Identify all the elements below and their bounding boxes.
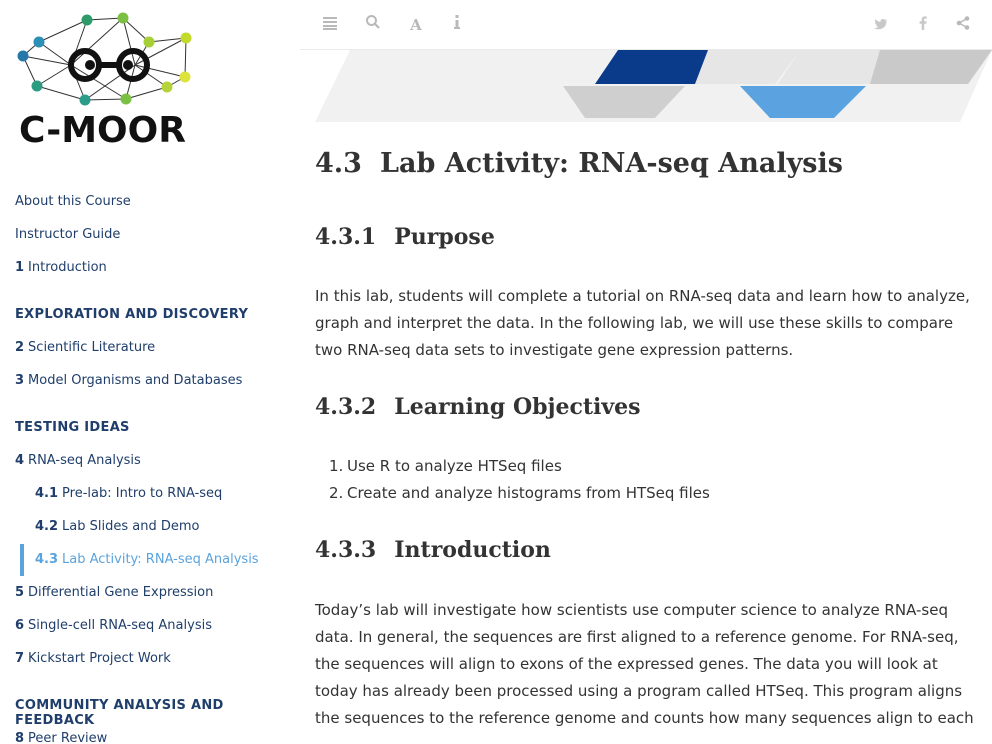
nav-model-organisms[interactable]: 3 Model Organisms and Databases [15, 373, 242, 388]
nav-label: Lab Slides and Demo [62, 519, 200, 534]
info-icon[interactable] [446, 14, 468, 36]
nav-num: 4 [15, 453, 25, 468]
section-number: 4.3.2 [315, 394, 377, 420]
list-item-text: Create and analyze histograms from HTSeq… [347, 484, 710, 502]
nav-label: Single-cell RNA-seq Analysis [28, 618, 212, 633]
list-number: 1. [329, 457, 344, 475]
section-number: 4.3.1 [315, 224, 377, 250]
top-toolbar: A [300, 0, 992, 50]
part-header-exploration: Exploration and Discovery [15, 307, 249, 322]
nav-differential-expression[interactable]: 5 Differential Gene Expression [15, 585, 213, 600]
list-item: 1. Use R to analyze HTSeq files [315, 453, 977, 480]
nav-num: 7 [15, 651, 25, 666]
section-title: Purpose [394, 224, 495, 250]
section-title: Introduction [394, 537, 551, 563]
part-header-testing: Testing Ideas [15, 420, 130, 435]
nav-instructor-guide[interactable]: Instructor Guide [15, 227, 120, 242]
section-title: Lab Activity: RNA-seq Analysis [379, 148, 843, 179]
list-item-text: Use R to analyze HTSeq files [347, 457, 562, 475]
nav-label: RNA-seq Analysis [28, 453, 141, 468]
list-number: 2. [329, 484, 344, 502]
nav-peer-review[interactable]: 8 Peer Review [15, 731, 107, 744]
nav-label: Peer Review [28, 731, 108, 744]
section-title: Learning Objectives [394, 394, 641, 420]
nav-num: 8 [15, 731, 25, 744]
nav-num: 5 [15, 585, 25, 600]
section-number: 4.3.3 [315, 537, 377, 563]
nav-label: Kickstart Project Work [28, 651, 171, 666]
nav-num: 6 [15, 618, 25, 633]
header-banner [315, 50, 992, 122]
c-moor-logo[interactable]: C-MOOR [15, 10, 210, 150]
nav-label: Scientific Literature [28, 340, 156, 355]
nav-prelab[interactable]: 4.1 Pre-lab: Intro to RNA-seq [35, 486, 222, 501]
heading-learning-objectives: 4.3.2 Learning Objectives [315, 394, 641, 420]
facebook-icon[interactable] [912, 14, 934, 36]
introduction-paragraph: Today’s lab will investigate how scienti… [315, 601, 974, 727]
list-item: 2. Create and analyze histograms from HTS… [315, 480, 977, 507]
nav-num: 4.3 [35, 552, 59, 567]
nav-label: Pre-lab: Intro to RNA-seq [62, 486, 223, 501]
nav-label: Introduction [28, 260, 107, 275]
nav-scientific-literature[interactable]: 2 Scientific Literature [15, 340, 155, 355]
twitter-icon[interactable] [870, 14, 892, 36]
nav-num: 1 [15, 260, 25, 275]
section-number: 4.3 [315, 148, 362, 179]
font-icon[interactable]: A [405, 14, 427, 36]
nav-num: 2 [15, 340, 25, 355]
nav-num: 3 [15, 373, 25, 388]
active-indicator [20, 544, 24, 576]
purpose-paragraph: In this lab, students will complete a tu… [315, 287, 970, 359]
page-title: 4.3 Lab Activity: RNA-seq Analysis [315, 148, 843, 179]
nav-instructor-label: Instructor Guide [15, 227, 121, 242]
nav-kickstart[interactable]: 7 Kickstart Project Work [15, 651, 171, 666]
nav-label: Lab Activity: RNA-seq Analysis [62, 552, 259, 567]
nav-label: Model Organisms and Databases [28, 373, 243, 388]
nav-num: 4.2 [35, 519, 59, 534]
nav-lab-activity-active[interactable]: 4.3 Lab Activity: RNA-seq Analysis [35, 552, 259, 567]
part-header-community: Community Analysis and Feedback [15, 698, 224, 728]
sidebar: C-MOOR About this Course Instructor Guid… [0, 0, 300, 744]
nav-rnaseq-analysis[interactable]: 4 RNA-seq Analysis [15, 453, 141, 468]
objectives-list: 1. Use R to analyze HTSeq files 2. Create … [315, 453, 977, 507]
heading-purpose: 4.3.1 Purpose [315, 224, 495, 250]
share-icon[interactable] [952, 14, 974, 36]
nav-about-label: About this Course [15, 194, 131, 209]
logo-text: C-MOOR [19, 110, 186, 150]
nav-about[interactable]: About this Course [15, 194, 131, 209]
heading-introduction: 4.3.3 Introduction [315, 537, 551, 563]
nav-single-cell[interactable]: 6 Single-cell RNA-seq Analysis [15, 618, 212, 633]
menu-icon[interactable] [319, 14, 341, 36]
nav-introduction[interactable]: 1 Introduction [15, 260, 107, 275]
nav-num: 4.1 [35, 486, 59, 501]
search-icon[interactable] [362, 14, 384, 36]
nav-label: Differential Gene Expression [28, 585, 214, 600]
nav-lab-slides[interactable]: 4.2 Lab Slides and Demo [35, 519, 199, 534]
